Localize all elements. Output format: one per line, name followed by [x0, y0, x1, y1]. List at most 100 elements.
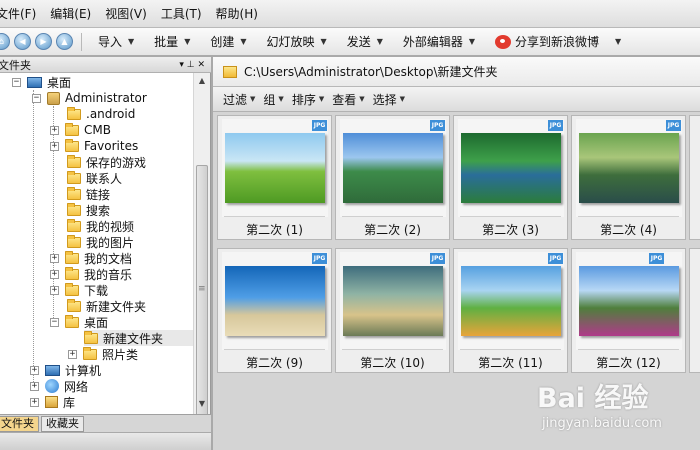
menu-file[interactable]: 文件(F): [0, 5, 48, 22]
thumbnail-item[interactable]: JPG 第二次 (9): [217, 248, 332, 373]
chevron-down-icon: ▼: [318, 95, 325, 103]
tree-item-my-pictures[interactable]: 我的图片: [67, 234, 134, 250]
tree-item-label: 链接: [86, 187, 111, 202]
filter-button[interactable]: 过滤 ▼: [223, 91, 255, 108]
import-button[interactable]: 导入 ▼: [88, 33, 144, 50]
toolbar-overflow-button[interactable]: ▼: [609, 37, 621, 46]
scroll-thumb[interactable]: [196, 165, 208, 427]
tree-item-label: 搜索: [86, 203, 111, 218]
scroll-up-icon[interactable]: ▲: [194, 73, 210, 89]
tree-item-computer[interactable]: + 计算机: [30, 362, 101, 378]
thumbnail-item[interactable]: JPG 第二次 (3): [453, 115, 568, 240]
expand-icon[interactable]: +: [50, 253, 59, 263]
tree-item-links[interactable]: 链接: [67, 186, 110, 202]
home-icon[interactable]: ⌂: [0, 33, 10, 50]
chevron-down-icon: ▼: [278, 95, 284, 103]
tree-scrollbar[interactable]: ▲ ▼: [193, 73, 210, 450]
address-path[interactable]: C:\Users\Administrator\Desktop\新建文件夹: [244, 63, 498, 80]
batch-button[interactable]: 批量 ▼: [144, 33, 200, 50]
forward-icon[interactable]: ▶: [35, 33, 52, 50]
thumbnail-image[interactable]: [225, 266, 325, 336]
bottom-panel-header: [0, 432, 211, 450]
tree-item-desktop[interactable]: − 桌面: [12, 74, 71, 90]
tree-item-label: 桌面: [47, 75, 72, 90]
tree-item-favorites[interactable]: + Favorites: [50, 138, 138, 154]
thumbnail-frame: JPG: [340, 252, 446, 350]
contacts-icon: [67, 170, 81, 184]
thumbnail-item[interactable]: JPG 第二次 (2): [335, 115, 450, 240]
tree-item-saved-games[interactable]: 保存的游戏: [67, 154, 146, 170]
thumbnail-item[interactable]: JPG 第二次 (12): [571, 248, 686, 373]
thumbnail-image[interactable]: [225, 133, 325, 203]
tree-item-photos[interactable]: + 照片类: [68, 346, 138, 362]
expand-icon[interactable]: +: [50, 285, 59, 295]
select-button[interactable]: 选择 ▼: [373, 91, 405, 108]
menu-tools[interactable]: 工具(T): [159, 5, 214, 22]
expand-icon[interactable]: +: [50, 269, 59, 279]
sort-button[interactable]: 排序 ▼: [292, 91, 324, 108]
address-bar[interactable]: C:\Users\Administrator\Desktop\新建文件夹: [213, 57, 700, 87]
panel-controls[interactable]: ▾ ⊥ ✕: [179, 60, 205, 70]
thumbnail-item[interactable]: JPG 第二次 (1): [217, 115, 332, 240]
collapse-icon[interactable]: −: [12, 77, 21, 87]
thumbnail-item[interactable]: JPG 第二次 (10): [335, 248, 450, 373]
expand-icon[interactable]: +: [30, 381, 39, 391]
tab-folders[interactable]: 文件夹: [0, 415, 39, 432]
tree-item-my-videos[interactable]: 我的视频: [67, 218, 134, 234]
tree-item-searches[interactable]: 搜索: [67, 202, 110, 218]
chevron-down-icon: ▼: [399, 95, 406, 103]
tree-item-my-documents[interactable]: + 我的文档: [50, 250, 132, 266]
tree-item-network[interactable]: + 网络: [30, 378, 88, 394]
chevron-down-icon: ▼: [320, 37, 327, 46]
thumbnail-image[interactable]: [343, 133, 443, 203]
tab-favorites[interactable]: 收藏夹: [41, 415, 84, 432]
collapse-icon[interactable]: −: [50, 317, 59, 327]
share-weibo-button[interactable]: 分享到新浪微博: [485, 33, 609, 50]
scroll-down-icon[interactable]: ▼: [194, 396, 210, 412]
tree-item-downloads[interactable]: + 下载: [50, 282, 108, 298]
up-icon[interactable]: ▲: [56, 33, 73, 50]
thumbnail-caption: 第二次 (12): [596, 356, 661, 370]
thumbnail-image[interactable]: [579, 266, 679, 336]
back-icon[interactable]: ◀: [14, 33, 31, 50]
view-button[interactable]: 查看 ▼: [332, 91, 364, 108]
expand-icon[interactable]: +: [30, 397, 39, 407]
expand-icon[interactable]: +: [30, 365, 39, 375]
group-button[interactable]: 组 ▼: [263, 91, 283, 108]
thumbnail-item-partial[interactable]: [689, 115, 700, 240]
tree-item-administrator[interactable]: − Administrator: [32, 90, 147, 106]
expand-icon[interactable]: +: [68, 349, 77, 359]
thumbnail-frame: JPG: [458, 252, 564, 350]
send-button[interactable]: 发送 ▼: [337, 33, 393, 50]
thumbnail-image[interactable]: [461, 266, 561, 336]
menu-edit[interactable]: 编辑(E): [48, 5, 103, 22]
tree-item-my-music[interactable]: + 我的音乐: [50, 266, 132, 282]
collapse-icon[interactable]: −: [32, 93, 41, 103]
tree-item-desktop-sub[interactable]: − 桌面: [50, 314, 108, 330]
links-icon: [67, 186, 81, 200]
thumbnail-image[interactable]: [343, 266, 443, 336]
tree-item-new-folder-selected[interactable]: 新建文件夹: [84, 330, 193, 346]
tree-item-libraries[interactable]: + 库: [30, 394, 75, 410]
expand-icon[interactable]: +: [50, 125, 59, 135]
tree-item-cmb[interactable]: + CMB: [50, 122, 111, 138]
folder-panel-header: 文件夹 ▾ ⊥ ✕: [0, 57, 211, 73]
thumbnail-image[interactable]: [579, 133, 679, 203]
tree-item-contacts[interactable]: 联系人: [67, 170, 122, 186]
slideshow-label: 幻灯放映: [266, 35, 315, 49]
menu-view[interactable]: 视图(V): [103, 5, 159, 22]
thumbnail-item[interactable]: JPG 第二次 (4): [571, 115, 686, 240]
thumbnail-item-partial[interactable]: [689, 248, 700, 373]
tree-item-android[interactable]: .android: [67, 106, 135, 122]
desktop-icon: [27, 76, 42, 88]
tree-item-new-folder[interactable]: 新建文件夹: [67, 298, 146, 314]
menu-help[interactable]: 帮助(H): [214, 5, 270, 22]
thumbnail-image[interactable]: [461, 133, 561, 203]
thumbnail-caption: 第二次 (1): [246, 223, 303, 237]
external-editor-button[interactable]: 外部编辑器 ▼: [393, 33, 485, 50]
jpg-badge-icon: JPG: [649, 253, 664, 264]
slideshow-button[interactable]: 幻灯放映 ▼: [257, 33, 337, 50]
create-button[interactable]: 创建 ▼: [200, 33, 256, 50]
expand-icon[interactable]: +: [50, 141, 59, 151]
thumbnail-item[interactable]: JPG 第二次 (11): [453, 248, 568, 373]
